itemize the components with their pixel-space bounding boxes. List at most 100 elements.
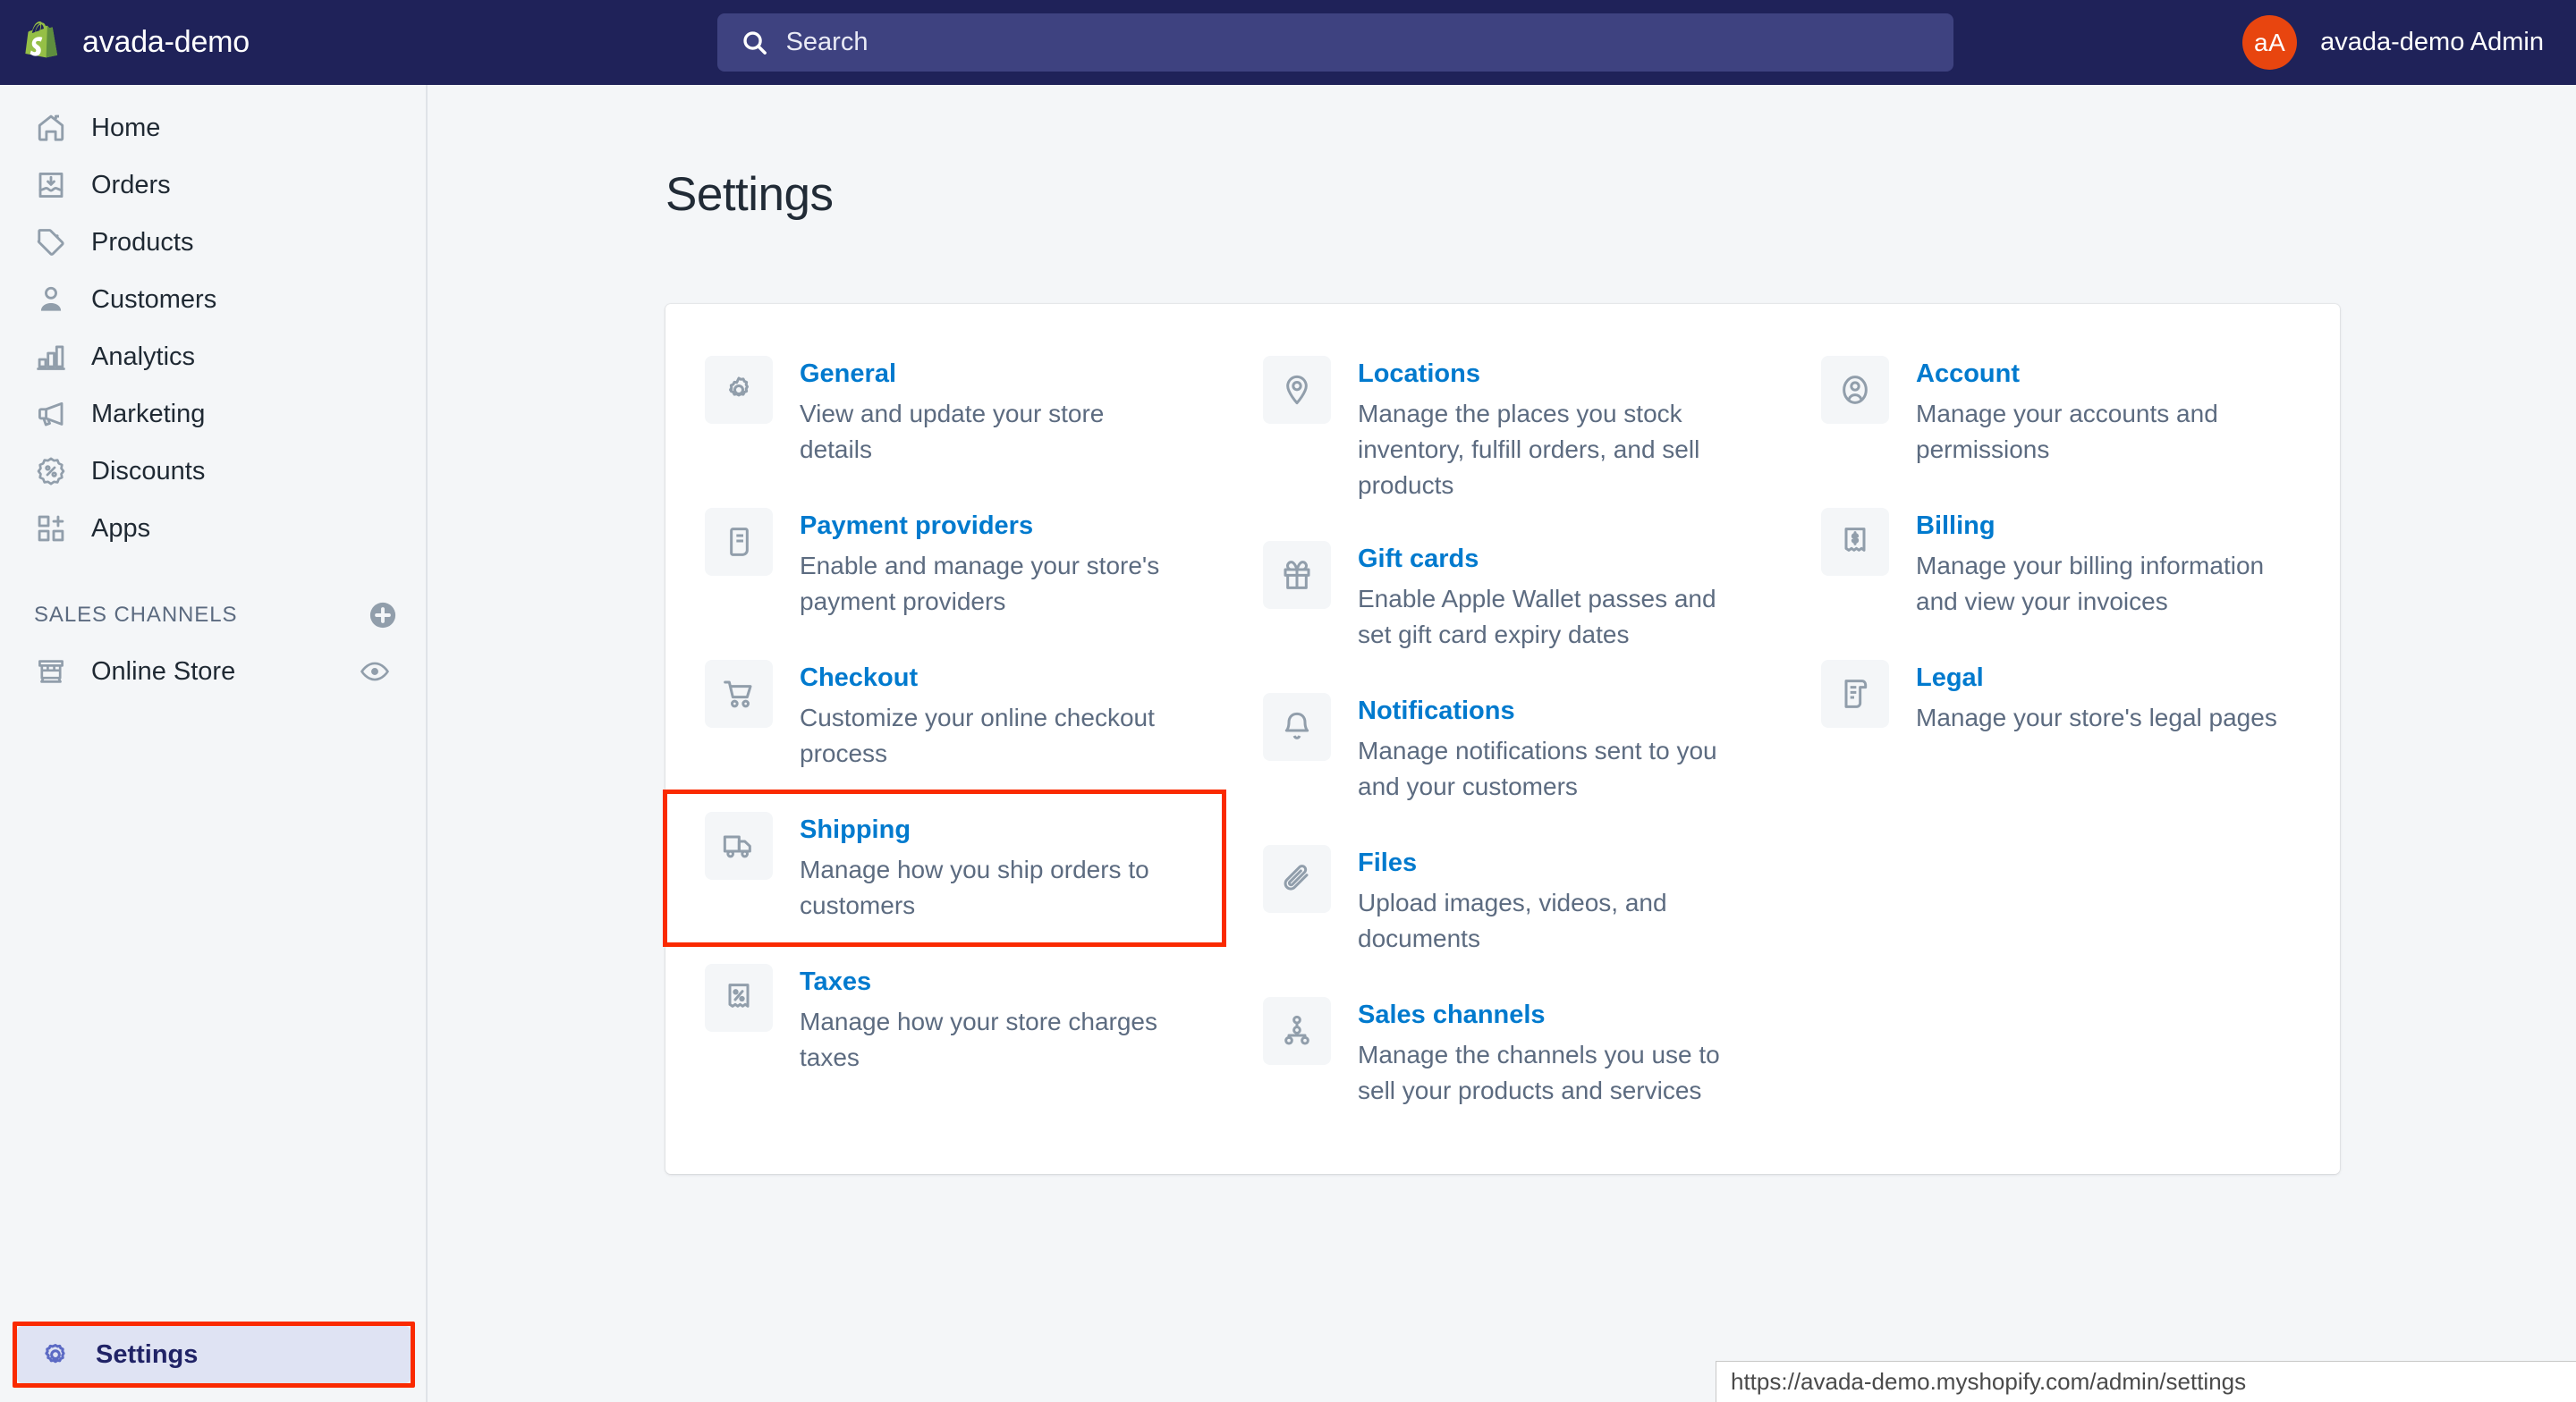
product-tag-icon [34,225,68,259]
bell-icon [1263,692,1331,761]
sidebar-item-label: Products [91,227,194,257]
sidebar-item-settings[interactable]: Settings [17,1326,411,1383]
settings-item-description: Manage the channels you use to sell your… [1358,1040,1720,1104]
tax-receipt-percent-icon [705,964,773,1032]
settings-item-text: Checkout Customize your online checkout … [800,658,1175,772]
sidebar-item-online-store[interactable]: Online Store [13,643,413,700]
analytics-bar-chart-icon [34,340,68,374]
gift-box-icon [1263,540,1331,609]
settings-item-text: Gift cards Enable Apple Wallet passes an… [1358,539,1733,653]
sidebar-item-label: Customers [91,284,217,314]
gear-icon [705,356,773,424]
settings-item-payment-providers[interactable]: Payment providers Enable and manage your… [665,488,1224,640]
settings-item-title[interactable]: Shipping [800,814,1175,846]
settings-item-title[interactable]: Checkout [800,662,1175,694]
home-icon [34,111,68,145]
user-menu[interactable]: aA avada-demo Admin [2242,15,2576,70]
online-store-icon [34,655,68,688]
settings-item-title[interactable]: Gift cards [1358,543,1733,575]
marketing-megaphone-icon [34,397,68,431]
settings-item-title[interactable]: Locations [1358,358,1733,390]
page-title: Settings [665,168,834,221]
sidebar-item-label: Apps [91,513,151,543]
settings-item-general[interactable]: General View and update your store detai… [665,336,1224,488]
brand-home-link[interactable]: avada-demo [0,0,428,85]
settings-item-text: Account Manage your accounts and permiss… [1916,354,2292,468]
billing-receipt-icon [1821,508,1889,576]
sidebar-item-apps[interactable]: Apps [13,500,413,557]
sales-channels-header: SALES CHANNELS [34,591,399,639]
settings-item-account[interactable]: Account Manage your accounts and permiss… [1782,336,2340,488]
settings-item-locations[interactable]: Locations Manage the places you stock in… [1224,336,1782,521]
settings-item-shipping[interactable]: Shipping Manage how you ship orders to c… [663,790,1226,947]
orders-inbox-icon [34,168,68,202]
sidebar-item-customers[interactable]: Customers [13,271,413,328]
user-name: avada-demo Admin [2320,28,2544,56]
settings-item-title[interactable]: Payment providers [800,510,1175,542]
account-avatar-icon [1821,356,1889,424]
shopify-bag-icon [25,21,58,57]
settings-item-text: Locations Manage the places you stock in… [1358,354,1733,503]
settings-item-title[interactable]: Files [1358,847,1733,879]
settings-item-billing[interactable]: Billing Manage your billing information … [1782,488,2340,640]
settings-item-legal[interactable]: Legal Manage your store's legal pages [1782,640,2340,792]
settings-item-gift-cards[interactable]: Gift cards Enable Apple Wallet passes an… [1224,521,1782,673]
settings-item-text: Files Upload images, videos, and documen… [1358,843,1733,957]
settings-item-description: Customize your online checkout process [800,704,1155,767]
settings-item-description: Manage your accounts and permissions [1916,400,2218,463]
sidebar-item-label: Marketing [91,399,206,428]
settings-item-description: Manage your store's legal pages [1916,704,2277,732]
settings-highlight-box: Settings [13,1322,415,1388]
sidebar-item-label: Settings [96,1339,199,1369]
settings-item-text: Taxes Manage how your store charges taxe… [800,962,1175,1076]
settings-item-text: Payment providers Enable and manage your… [800,506,1175,620]
settings-item-text: Legal Manage your store's legal pages [1916,658,2277,736]
settings-item-notifications[interactable]: Notifications Manage notifications sent … [1224,673,1782,825]
settings-item-files[interactable]: Files Upload images, videos, and documen… [1224,825,1782,977]
sidebar-item-marketing[interactable]: Marketing [13,385,413,443]
plus-circle-icon[interactable] [367,599,399,631]
gear-icon [38,1338,72,1372]
settings-item-title[interactable]: Sales channels [1358,999,1733,1031]
top-bar: avada-demo Search aA avada-demo Admin [0,0,2576,85]
settings-column-2: Locations Manage the places you stock in… [1224,336,1782,1129]
settings-item-description: Upload images, videos, and documents [1358,888,1667,952]
settings-item-description: Manage how you ship orders to customers [800,856,1149,919]
discount-percent-badge-icon [34,454,68,488]
customer-person-icon [34,283,68,317]
sidebar-item-label: Orders [91,170,171,199]
avatar-initials: aA [2254,28,2286,56]
settings-item-taxes[interactable]: Taxes Manage how your store charges taxe… [665,944,1224,1096]
settings-item-title[interactable]: Account [1916,358,2292,390]
settings-item-description: Enable and manage your store's payment p… [800,552,1160,615]
sidebar-item-analytics[interactable]: Analytics [13,328,413,385]
eye-icon[interactable] [360,656,390,687]
sales-channels-nodes-icon [1263,996,1331,1065]
settings-item-title[interactable]: Billing [1916,510,2292,542]
sidebar-item-label: Online Store [91,656,236,686]
settings-item-checkout[interactable]: Checkout Customize your online checkout … [665,640,1224,792]
settings-item-title[interactable]: General [800,358,1175,390]
settings-item-description: Manage notifications sent to you and you… [1358,736,1717,800]
settings-item-description: Manage how your store charges taxes [800,1008,1157,1071]
search-placeholder: Search [785,28,869,56]
settings-column-1: General View and update your store detai… [663,336,1226,1129]
sidebar-item-products[interactable]: Products [13,214,413,271]
sidebar-item-label: Discounts [91,456,206,486]
apps-grid-plus-icon [34,511,68,545]
settings-item-title[interactable]: Legal [1916,662,2277,694]
settings-item-title[interactable]: Taxes [800,966,1175,998]
sidebar-item-orders[interactable]: Orders [13,156,413,214]
settings-item-description: Enable Apple Wallet passes and set gift … [1358,584,1716,648]
main-content: Settings General View and update your st… [429,85,2576,1402]
settings-item-title[interactable]: Notifications [1358,695,1733,727]
status-bar-url: https://avada-demo.myshopify.com/admin/s… [1731,1368,2247,1395]
settings-item-text: Shipping Manage how you ship orders to c… [800,810,1175,924]
brand-name: avada-demo [82,25,250,59]
search-input[interactable]: Search [716,13,1953,72]
settings-item-sales-channels[interactable]: Sales channels Manage the channels you u… [1224,977,1782,1129]
settings-item-text: Sales channels Manage the channels you u… [1358,995,1733,1109]
sidebar-item-discounts[interactable]: Discounts [13,443,413,500]
settings-item-text: Notifications Manage notifications sent … [1358,691,1733,805]
sidebar-item-home[interactable]: Home [13,99,413,156]
